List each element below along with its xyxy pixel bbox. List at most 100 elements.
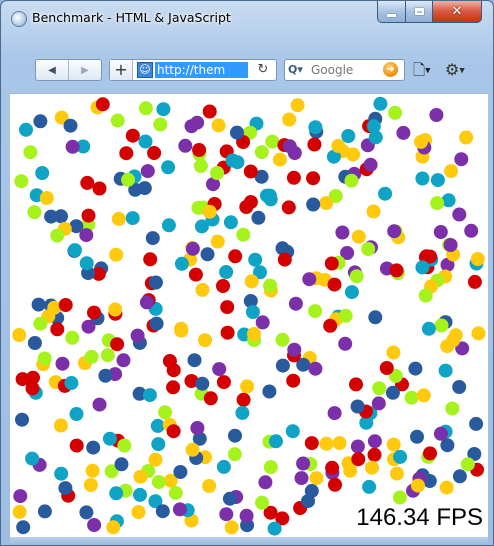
- ball: [275, 332, 290, 347]
- ball: [19, 122, 33, 137]
- ball: [210, 166, 225, 180]
- ball: [130, 328, 145, 343]
- ball: [195, 376, 210, 391]
- back-arrow-icon: ◀: [48, 64, 56, 76]
- address-bar: + ☺ ↻: [109, 59, 277, 81]
- ball: [117, 438, 132, 453]
- ball: [275, 358, 290, 373]
- ball: [285, 424, 300, 439]
- ball: [166, 380, 181, 395]
- ball: [349, 377, 363, 392]
- ball: [263, 192, 278, 207]
- ball: [452, 469, 467, 484]
- site-identity-icon[interactable]: ☺: [137, 62, 153, 78]
- ball: [430, 196, 445, 211]
- ball: [35, 166, 50, 180]
- ball: [288, 296, 303, 311]
- ball: [404, 390, 419, 405]
- ball: [366, 119, 381, 134]
- ball: [429, 108, 444, 122]
- ball: [386, 437, 401, 452]
- ball: [166, 363, 181, 378]
- reload-button[interactable]: ↻: [255, 61, 271, 79]
- ball: [173, 465, 188, 479]
- tools-menu-button[interactable]: ⚙▼: [445, 59, 471, 81]
- ball: [388, 105, 403, 120]
- ball: [138, 101, 153, 116]
- ball: [166, 424, 181, 439]
- maximize-button[interactable]: [405, 1, 433, 23]
- ball: [415, 171, 430, 186]
- ball: [344, 173, 359, 188]
- ball: [102, 431, 117, 446]
- ball: [307, 137, 322, 152]
- ball: [454, 152, 469, 167]
- ball: [15, 412, 29, 427]
- ball: [415, 260, 430, 275]
- url-input[interactable]: [155, 62, 248, 78]
- ball: [258, 475, 273, 490]
- ball: [16, 520, 31, 535]
- page-menu-button[interactable]: 🗋▼: [413, 59, 439, 81]
- ball: [87, 305, 101, 320]
- ball: [306, 197, 321, 212]
- ball: [433, 225, 448, 239]
- search-engine-selector[interactable]: Q▾: [288, 62, 310, 78]
- back-button[interactable]: ◀: [36, 60, 69, 80]
- ball: [147, 146, 162, 160]
- add-bookmark-button[interactable]: +: [110, 60, 133, 80]
- ball: [140, 164, 155, 179]
- ball: [433, 426, 448, 441]
- ball: [263, 460, 278, 475]
- ball: [367, 447, 382, 462]
- minimize-button[interactable]: [377, 1, 406, 23]
- ball: [98, 368, 113, 383]
- ball: [372, 381, 387, 396]
- ball: [243, 164, 258, 179]
- ball: [335, 225, 350, 240]
- browser-app-icon[interactable]: [11, 11, 27, 27]
- ball: [350, 439, 365, 454]
- reload-icon: ↻: [257, 62, 269, 77]
- ball: [193, 159, 208, 173]
- ball: [100, 348, 115, 363]
- ball: [190, 421, 205, 435]
- ball: [212, 362, 227, 377]
- ball: [114, 457, 129, 472]
- ball: [53, 418, 68, 433]
- close-icon: ✕: [451, 4, 463, 19]
- ball: [111, 211, 126, 226]
- ball: [27, 205, 42, 220]
- ball: [373, 96, 388, 111]
- forward-button[interactable]: ▶: [69, 60, 101, 80]
- ball: [379, 361, 394, 375]
- ball: [267, 521, 282, 536]
- ball: [211, 118, 226, 133]
- ball: [224, 520, 239, 535]
- ball: [174, 323, 189, 338]
- ball: [156, 102, 171, 117]
- ball: [306, 171, 321, 186]
- ball: [325, 460, 340, 475]
- ball: [200, 247, 215, 262]
- ball: [282, 112, 297, 127]
- title-bar[interactable]: Benchmark - HTML & JavaScript ✕: [1, 1, 493, 33]
- ball: [12, 328, 27, 342]
- close-button[interactable]: ✕: [432, 1, 482, 23]
- ball: [151, 475, 166, 489]
- ball: [386, 345, 401, 360]
- ball: [161, 160, 176, 175]
- search-input[interactable]: [311, 62, 373, 78]
- ball: [408, 361, 423, 376]
- ball: [423, 446, 437, 461]
- ball: [366, 204, 381, 219]
- search-go-button[interactable]: ➜: [383, 62, 398, 77]
- ball: [192, 143, 207, 157]
- ball: [296, 456, 311, 471]
- ball: [362, 479, 377, 494]
- ball: [464, 223, 479, 238]
- ball: [92, 397, 107, 412]
- ball: [178, 138, 193, 153]
- ball: [469, 416, 484, 431]
- ball: [168, 485, 183, 500]
